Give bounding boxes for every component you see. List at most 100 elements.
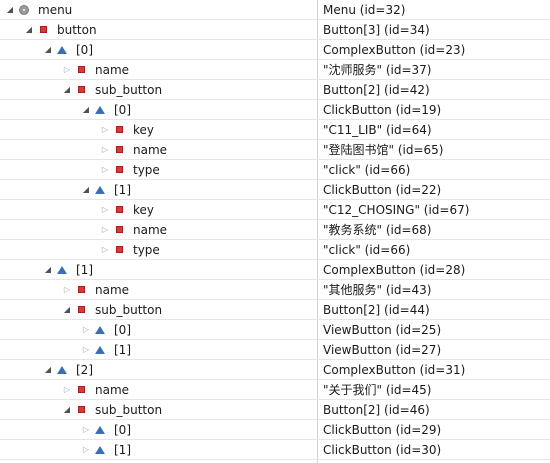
variable-value: Button[2] (id=46) <box>323 402 430 417</box>
tree-row[interactable]: ◢ button Button[3] (id=34) <box>0 20 550 40</box>
expand-arrow-icon[interactable]: ◢ <box>61 80 73 99</box>
collapse-arrow-icon[interactable]: ▷ <box>99 120 111 139</box>
tree-row[interactable]: ◢ [1] ClickButton (id=22) <box>0 180 550 200</box>
collapse-arrow-icon[interactable]: ▷ <box>61 280 73 299</box>
expand-arrow-icon[interactable]: ◢ <box>42 260 54 279</box>
root-icon <box>18 0 30 19</box>
field-icon <box>113 120 125 139</box>
variable-value: Menu (id=32) <box>323 2 406 17</box>
variable-name: sub_button <box>95 302 163 317</box>
collapse-arrow-icon[interactable]: ▷ <box>99 240 111 259</box>
collapse-arrow-icon[interactable]: ▷ <box>80 440 92 459</box>
variable-name: sub_button <box>95 82 163 97</box>
field-icon <box>113 140 125 159</box>
tree-row[interactable]: ◢ [2] ComplexButton (id=31) <box>0 360 550 380</box>
collapse-arrow-icon[interactable]: ▷ <box>61 380 73 399</box>
variable-value: "教务系统" (id=68) <box>323 223 432 237</box>
tree-row[interactable]: ▷ type "click" (id=66) <box>0 160 550 180</box>
name-cell[interactable]: ▷ name <box>0 60 378 79</box>
element-icon <box>94 180 106 199</box>
element-icon <box>56 360 68 379</box>
tree-row[interactable]: ▷ name "沈师服务" (id=37) <box>0 60 550 80</box>
tree-row[interactable]: ▷ [0] ClickButton (id=29) <box>0 420 550 440</box>
name-cell[interactable]: ◢ menu <box>0 0 321 19</box>
field-icon <box>113 200 125 219</box>
name-cell[interactable]: ◢ [2] <box>0 360 359 379</box>
name-cell[interactable]: ◢ sub_button <box>0 80 378 99</box>
name-cell[interactable]: ▷ name <box>0 280 378 299</box>
variable-value: ComplexButton (id=31) <box>323 362 466 377</box>
expand-arrow-icon[interactable]: ◢ <box>61 400 73 419</box>
variable-name: [0] <box>76 42 93 57</box>
expand-arrow-icon[interactable]: ◢ <box>42 360 54 379</box>
element-icon <box>94 440 106 459</box>
variable-value: ClickButton (id=29) <box>323 422 442 437</box>
variable-name: name <box>95 282 130 297</box>
variable-name: menu <box>38 2 73 17</box>
variable-value: ComplexButton (id=28) <box>323 262 466 277</box>
tree-row[interactable]: ◢ [1] ComplexButton (id=28) <box>0 260 550 280</box>
collapse-arrow-icon[interactable]: ▷ <box>80 320 92 339</box>
name-cell[interactable]: ◢ sub_button <box>0 300 378 319</box>
collapse-arrow-icon[interactable]: ▷ <box>99 160 111 179</box>
name-cell[interactable]: ◢ button <box>0 20 340 39</box>
field-icon <box>113 240 125 259</box>
field-icon <box>75 280 87 299</box>
field-icon <box>37 20 49 39</box>
tree-row[interactable]: ▷ name "教务系统" (id=68) <box>0 220 550 240</box>
variable-name: [1] <box>114 342 131 357</box>
variable-name: [1] <box>76 262 93 277</box>
variable-value: "C12_CHOSING" (id=67) <box>323 202 470 217</box>
variable-name: name <box>133 142 168 157</box>
field-icon <box>113 220 125 239</box>
collapse-arrow-icon[interactable]: ▷ <box>80 340 92 359</box>
element-icon <box>56 260 68 279</box>
tree-row[interactable]: ▷ key "C12_CHOSING" (id=67) <box>0 200 550 220</box>
tree-row[interactable]: ▷ key "C11_LIB" (id=64) <box>0 120 550 140</box>
name-cell[interactable]: ◢ [1] <box>0 260 359 279</box>
expand-arrow-icon[interactable]: ◢ <box>80 180 92 199</box>
tree-row[interactable]: ▷ name "关于我们" (id=45) <box>0 380 550 400</box>
tree-row[interactable]: ▷ [1] ViewButton (id=27) <box>0 340 550 360</box>
expand-arrow-icon[interactable]: ◢ <box>42 40 54 59</box>
tree-row[interactable]: ◢ [0] ClickButton (id=19) <box>0 100 550 120</box>
name-cell[interactable]: ◢ [0] <box>0 40 359 59</box>
tree-rows: ◢ menu Menu (id=32) ◢ button Button[3] (id=34… <box>0 0 550 460</box>
variable-value: "登陆图书馆" (id=65) <box>323 143 444 157</box>
tree-row[interactable]: ◢ menu Menu (id=32) <box>0 0 550 20</box>
variable-name: [1] <box>114 182 131 197</box>
expand-arrow-icon[interactable]: ◢ <box>80 100 92 119</box>
element-icon <box>94 100 106 119</box>
name-cell[interactable]: ◢ sub_button <box>0 400 378 419</box>
name-cell[interactable]: ▷ name <box>0 380 378 399</box>
tree-row[interactable]: ◢ sub_button Button[2] (id=46) <box>0 400 550 420</box>
element-icon <box>56 40 68 59</box>
expand-arrow-icon[interactable]: ◢ <box>4 0 16 19</box>
collapse-arrow-icon[interactable]: ▷ <box>99 140 111 159</box>
variable-name: sub_button <box>95 402 163 417</box>
collapse-arrow-icon[interactable]: ▷ <box>99 220 111 239</box>
field-icon <box>75 80 87 99</box>
tree-row[interactable]: ◢ sub_button Button[2] (id=42) <box>0 80 550 100</box>
expand-arrow-icon[interactable]: ◢ <box>61 300 73 319</box>
tree-row[interactable]: ▷ type "click" (id=66) <box>0 240 550 260</box>
tree-row[interactable]: ◢ sub_button Button[2] (id=44) <box>0 300 550 320</box>
field-icon <box>75 60 87 79</box>
tree-row[interactable]: ▷ [1] ClickButton (id=30) <box>0 440 550 460</box>
tree-row[interactable]: ▷ name "其他服务" (id=43) <box>0 280 550 300</box>
variable-name: [0] <box>114 322 131 337</box>
collapse-arrow-icon[interactable]: ▷ <box>80 420 92 439</box>
tree-row[interactable]: ◢ [0] ComplexButton (id=23) <box>0 40 550 60</box>
collapse-arrow-icon[interactable]: ▷ <box>99 200 111 219</box>
variable-name: name <box>133 222 168 237</box>
element-icon <box>94 420 106 439</box>
tree-row[interactable]: ▷ [0] ViewButton (id=25) <box>0 320 550 340</box>
field-icon <box>75 400 87 419</box>
variable-value: "沈师服务" (id=37) <box>323 63 432 77</box>
element-icon <box>94 340 106 359</box>
expand-arrow-icon[interactable]: ◢ <box>23 20 35 39</box>
tree-row[interactable]: ▷ name "登陆图书馆" (id=65) <box>0 140 550 160</box>
variable-value: ViewButton (id=27) <box>323 342 442 357</box>
variable-value: ClickButton (id=19) <box>323 102 442 117</box>
collapse-arrow-icon[interactable]: ▷ <box>61 60 73 79</box>
